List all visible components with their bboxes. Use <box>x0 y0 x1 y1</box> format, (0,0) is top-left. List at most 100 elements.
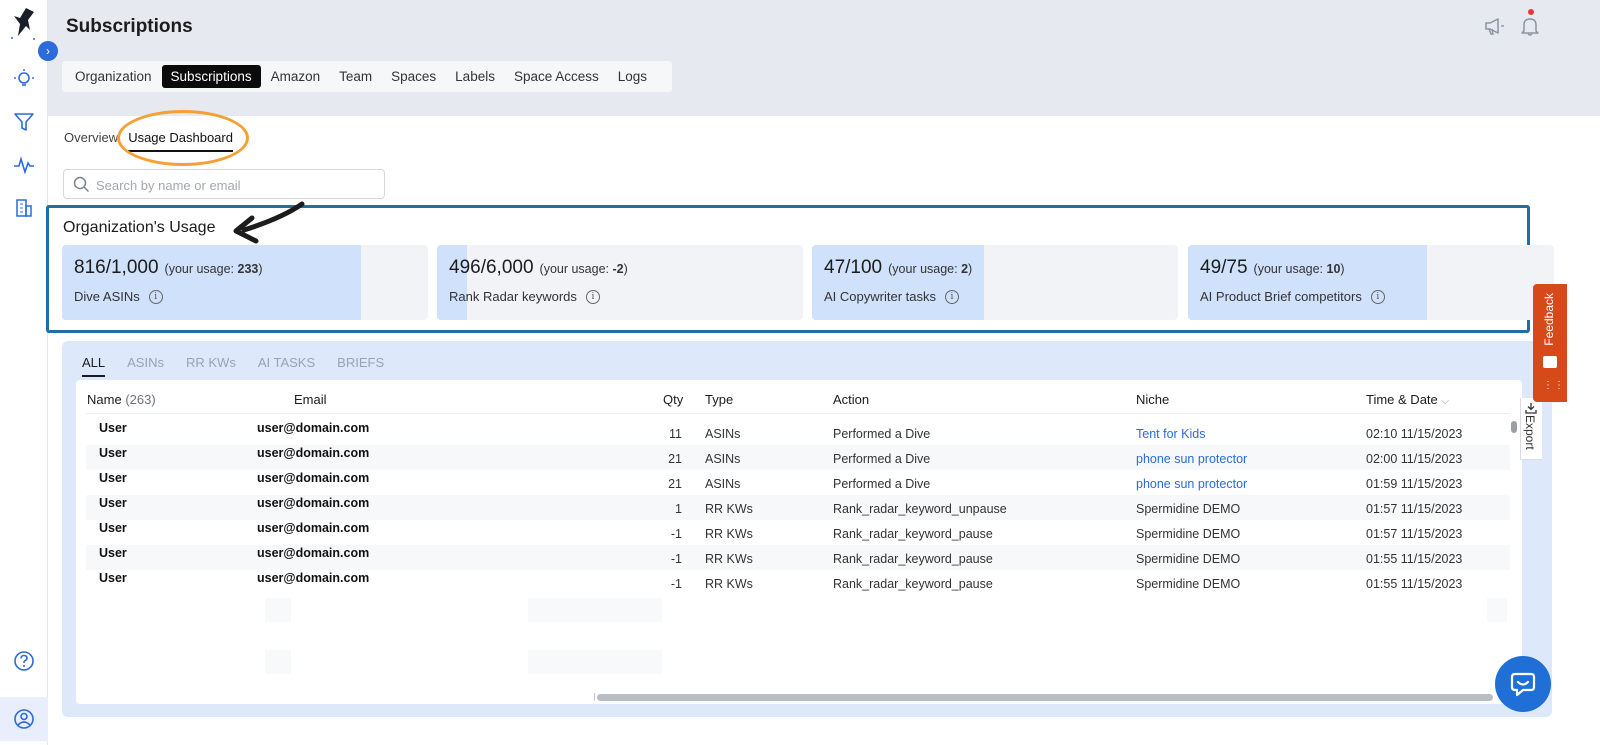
your-usage: (your usage: 233) <box>164 262 263 276</box>
cell-qty: -1 <box>670 577 682 591</box>
cell-niche-link[interactable]: phone sun protector <box>1136 477 1247 491</box>
activity-icon[interactable] <box>13 154 35 176</box>
cell-qty: 11 <box>669 427 682 441</box>
download-icon[interactable] <box>1525 402 1537 414</box>
notification-dot <box>1528 9 1534 15</box>
tab-organization[interactable]: Organization <box>66 65 161 88</box>
filter-tab-asins[interactable]: ASINs <box>127 355 164 377</box>
megaphone-icon[interactable] <box>1483 15 1505 37</box>
filter-tab-ai-tasks[interactable]: AI TASKS <box>258 355 315 377</box>
cell-action: Rank_radar_keyword_pause <box>833 527 993 541</box>
feedback-chat-icon <box>1543 356 1557 368</box>
page-header: Subscriptions Organization Subscriptions… <box>48 0 1600 116</box>
cell-time: 02:00 11/15/2023 <box>1366 452 1463 466</box>
tab-amazon[interactable]: Amazon <box>262 65 330 88</box>
bell-icon[interactable] <box>1519 15 1541 37</box>
table-row[interactable]: User user@domain.com -1 RR KWs Rank_rada… <box>86 570 1510 595</box>
cell-email: user@domain.com <box>257 446 370 460</box>
cell-action: Rank_radar_keyword_pause <box>833 552 993 566</box>
horizontal-scrollbar[interactable] <box>597 694 1493 701</box>
usage-card-label: AI Product Brief competitors i <box>1200 289 1385 304</box>
column-header-name[interactable]: Name (263) <box>87 392 156 407</box>
cell-email: user@domain.com <box>257 546 370 560</box>
cell-qty: -1 <box>670 527 682 541</box>
feedback-tab[interactable]: Feedback ⋮⋮ <box>1533 284 1567 402</box>
cell-type: RR KWs <box>705 552 753 566</box>
usage-card-ai-product-brief: 49/75 (your usage: 10) AI Product Brief c… <box>1188 245 1554 320</box>
cell-niche-link[interactable]: phone sun protector <box>1136 452 1247 466</box>
cell-time: 01:57 11/15/2023 <box>1366 502 1463 516</box>
loading-placeholder <box>265 650 291 674</box>
table-row[interactable]: User user@domain.com 11 ASINs Performed … <box>86 420 1510 445</box>
cell-name: User <box>99 571 127 585</box>
tab-space-access[interactable]: Space Access <box>505 65 608 88</box>
cell-action: Performed a Dive <box>833 477 931 491</box>
lightbulb-icon[interactable] <box>13 68 35 90</box>
help-icon[interactable] <box>13 650 35 672</box>
chat-launcher-button[interactable] <box>1495 656 1551 712</box>
column-header-time[interactable]: Time & Date ⌵ <box>1366 392 1449 407</box>
chat-icon <box>1510 672 1536 697</box>
usage-card-value: 496/6,000 (your usage: -2) <box>449 257 628 278</box>
table-row[interactable]: User user@domain.com 21 ASINs Performed … <box>86 445 1510 470</box>
filter-icon[interactable] <box>13 111 35 133</box>
cell-email: user@domain.com <box>257 521 370 535</box>
cell-type: ASINs <box>705 477 741 491</box>
activity-filter-tabs: ALL ASINs RR KWs AI TASKS BRIEFS <box>82 355 406 377</box>
usage-card-label: Dive ASINs i <box>74 289 163 304</box>
cell-qty: 21 <box>668 477 682 491</box>
cell-time: 01:55 11/15/2023 <box>1366 552 1463 566</box>
table-row[interactable]: User user@domain.com -1 RR KWs Rank_rada… <box>86 520 1510 545</box>
usage-card-value: 49/75 (your usage: 10) <box>1200 257 1345 278</box>
tab-subscriptions[interactable]: Subscriptions <box>161 65 261 88</box>
tab-labels[interactable]: Labels <box>446 65 504 88</box>
feedback-label: Feedback <box>1542 293 1556 346</box>
settings-tab-bar: Organization Subscriptions Amazon Team S… <box>62 61 672 92</box>
table-row[interactable]: User user@domain.com -1 RR KWs Rank_rada… <box>86 545 1510 570</box>
table-row[interactable]: User user@domain.com 1 RR KWs Rank_radar… <box>86 495 1510 520</box>
column-header-action[interactable]: Action <box>833 392 869 407</box>
info-icon[interactable]: i <box>148 289 163 304</box>
filter-tab-briefs[interactable]: BRIEFS <box>337 355 384 377</box>
usage-section-title: Organization's Usage <box>63 219 216 236</box>
chevron-down-icon[interactable]: ⌵ <box>1441 396 1449 407</box>
export-button[interactable]: Export <box>1523 415 1537 450</box>
logo-icon[interactable] <box>6 6 40 42</box>
building-icon[interactable] <box>13 197 35 219</box>
usage-card-value: 47/100 (your usage: 2) <box>824 257 973 278</box>
tab-spaces[interactable]: Spaces <box>382 65 445 88</box>
tab-team[interactable]: Team <box>330 65 381 88</box>
usage-card-dive-asins: 816/1,000 (your usage: 233) Dive ASINs i <box>62 245 428 320</box>
cell-name: User <box>99 471 127 485</box>
filter-tab-rr-kws[interactable]: RR KWs <box>186 355 236 377</box>
vertical-scrollbar[interactable] <box>1511 421 1517 433</box>
info-icon[interactable]: i <box>1370 289 1385 304</box>
cell-type: ASINs <box>705 452 741 466</box>
cell-name: User <box>99 521 127 535</box>
column-header-qty[interactable]: Qty <box>663 392 683 407</box>
search-input[interactable] <box>96 175 376 195</box>
cell-email: user@domain.com <box>257 571 370 585</box>
usage-card-ai-copywriter: 47/100 (your usage: 2) AI Copywriter task… <box>812 245 1178 320</box>
tab-logs[interactable]: Logs <box>609 65 656 88</box>
cell-email: user@domain.com <box>257 496 370 510</box>
column-header-type[interactable]: Type <box>705 392 733 407</box>
cell-niche: Spermidine DEMO <box>1136 502 1241 516</box>
usage-card-value: 816/1,000 (your usage: 233) <box>74 257 263 278</box>
info-icon[interactable]: i <box>944 289 959 304</box>
column-header-niche[interactable]: Niche <box>1136 392 1169 407</box>
cell-niche: Spermidine DEMO <box>1136 577 1241 591</box>
loading-placeholder <box>265 598 291 622</box>
filter-tab-all[interactable]: ALL <box>82 355 106 377</box>
usage-card-label: Rank Radar keywords i <box>449 289 600 304</box>
cell-type: RR KWs <box>705 577 753 591</box>
table-row[interactable]: User user@domain.com 21 ASINs Performed … <box>86 470 1510 495</box>
page-title: Subscriptions <box>66 16 193 37</box>
cell-niche-link[interactable]: Tent for Kids <box>1136 427 1205 441</box>
cell-type: RR KWs <box>705 502 753 516</box>
tab-overview[interactable]: Overview <box>64 130 118 152</box>
info-icon[interactable]: i <box>585 289 600 304</box>
expand-icon[interactable]: › <box>38 41 58 61</box>
column-header-email[interactable]: Email <box>294 392 327 407</box>
user-icon[interactable] <box>13 708 35 730</box>
